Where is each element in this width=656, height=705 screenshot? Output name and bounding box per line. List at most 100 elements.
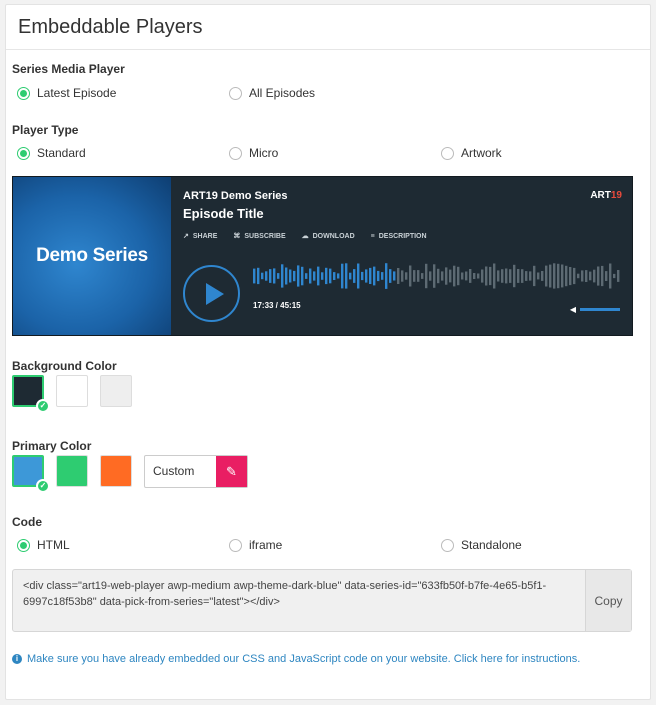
radio-circle[interactable]: [441, 538, 454, 552]
waveform-bar: [361, 271, 364, 281]
radio-circle[interactable]: [17, 86, 30, 100]
check-icon: ✓: [36, 399, 50, 413]
waveform-bar: [549, 264, 552, 288]
radio-standard[interactable]: Standard: [17, 146, 86, 160]
radio-label: Standard: [37, 146, 86, 160]
eyedropper-icon[interactable]: ✎: [216, 456, 247, 487]
player-time: 17:33 / 45:15: [253, 301, 301, 310]
waveform-bar: [613, 273, 616, 279]
waveform-bar: [517, 269, 520, 283]
action-label: SHARE: [192, 232, 218, 240]
action-label: DOWNLOAD: [312, 232, 355, 240]
primary-swatch-green[interactable]: [56, 455, 88, 487]
primary-swatch-blue[interactable]: ✓: [12, 455, 50, 493]
radio-circle[interactable]: [229, 146, 242, 160]
waveform-bar: [553, 263, 556, 289]
instructions-text[interactable]: Make sure you have already embedded our …: [27, 653, 580, 665]
player-episode-title: Episode Title: [183, 206, 264, 221]
share-action[interactable]: ↗ SHARE: [183, 232, 218, 241]
logo-accent-text: 19: [610, 190, 622, 201]
subscribe-action[interactable]: ⌘ SUBSCRIBE: [233, 232, 286, 241]
waveform-bar: [325, 267, 328, 285]
waveform-bar: [485, 266, 488, 286]
cloud-download-icon: ☁: [301, 233, 309, 240]
waveform-bar: [445, 267, 448, 285]
radio-all-episodes[interactable]: All Episodes: [229, 86, 315, 100]
waveform-bar: [577, 273, 580, 279]
radio-latest-episode[interactable]: Latest Episode: [17, 86, 116, 100]
waveform-bar: [489, 266, 492, 286]
action-label: DESCRIPTION: [378, 232, 427, 240]
waveform-bar: [569, 267, 572, 286]
radio-artwork[interactable]: Artwork: [441, 146, 502, 160]
waveform-bar: [585, 270, 588, 282]
waveform-bar: [425, 263, 428, 289]
waveform-bar: [293, 270, 296, 282]
action-label: SUBSCRIBE: [244, 232, 286, 240]
art19-logo: ART19: [590, 190, 622, 201]
waveform-bar: [529, 271, 532, 281]
bg-swatch-white[interactable]: [56, 375, 88, 407]
radio-circle[interactable]: [441, 146, 454, 160]
waveform-bar: [449, 269, 452, 283]
volume-bar[interactable]: [580, 308, 620, 311]
waveform-bar: [617, 270, 620, 282]
play-button[interactable]: [183, 265, 240, 322]
custom-color-label: Custom: [153, 464, 195, 478]
series-artwork: Demo Series: [13, 177, 171, 335]
waveform-bar: [437, 268, 440, 284]
instructions-note[interactable]: i Make sure you have already embedded ou…: [12, 653, 580, 665]
radio-circle[interactable]: [17, 538, 30, 552]
waveform-bar: [473, 273, 476, 279]
waveform-bar: [525, 271, 528, 281]
primary-color-label: Primary Color: [12, 439, 92, 453]
radio-circle[interactable]: [229, 538, 242, 552]
radio-circle[interactable]: [17, 146, 30, 160]
waveform-bar: [521, 269, 524, 283]
primary-swatch-orange[interactable]: [100, 455, 132, 487]
waveform-bar: [537, 272, 540, 280]
waveform-bar: [321, 272, 324, 280]
waveform-bar: [533, 265, 536, 287]
waveform-bar: [389, 269, 392, 283]
waveform-bar: [413, 270, 416, 282]
embed-code-snippet[interactable]: <div class="art19-web-player awp-medium …: [23, 578, 583, 610]
waveform-bar: [545, 265, 548, 287]
waveform-bar: [365, 269, 368, 283]
waveform-bar: [565, 265, 568, 287]
logo-main-text: ART: [590, 190, 611, 201]
player-actions: ↗ SHARE ⌘ SUBSCRIBE ☁ DOWNLOAD ≡ DESCRIPTION: [183, 232, 427, 241]
waveform-bar: [393, 271, 396, 281]
radio-label: Latest Episode: [37, 86, 117, 100]
waveform-bar: [593, 269, 596, 283]
artwork-text: Demo Series: [36, 245, 148, 266]
code-label: Code: [12, 515, 42, 529]
info-icon: i: [12, 654, 22, 664]
download-action[interactable]: ☁ DOWNLOAD: [301, 232, 355, 241]
waveform-bar: [269, 269, 272, 283]
radio-micro[interactable]: Micro: [229, 146, 278, 160]
radio-standalone[interactable]: Standalone: [441, 538, 522, 552]
waveform-bar: [581, 270, 584, 282]
volume-control[interactable]: ◀: [570, 305, 620, 314]
share-icon: ↗: [183, 233, 189, 240]
waveform-bar: [369, 267, 372, 284]
bg-swatch-dark[interactable]: ✓: [12, 375, 50, 413]
waveform-bar: [477, 273, 480, 279]
waveform-bar: [589, 271, 592, 281]
radio-iframe[interactable]: iframe: [229, 538, 282, 552]
waveform-bar: [333, 272, 336, 280]
radio-label: iframe: [249, 538, 283, 552]
waveform-bar: [513, 264, 516, 288]
copy-button[interactable]: Copy: [585, 570, 631, 631]
rss-icon: ⌘: [233, 233, 241, 240]
description-action[interactable]: ≡ DESCRIPTION: [371, 232, 427, 240]
waveform-bar: [429, 271, 432, 281]
radio-circle[interactable]: [229, 86, 242, 100]
embed-code-box[interactable]: <div class="art19-web-player awp-medium …: [12, 569, 632, 632]
custom-color-input[interactable]: Custom ✎: [144, 455, 248, 488]
bg-swatch-light-gray[interactable]: [100, 375, 132, 407]
waveform-bar: [597, 266, 600, 286]
radio-html[interactable]: HTML: [17, 538, 70, 552]
waveform-scrubber[interactable]: [253, 261, 621, 291]
